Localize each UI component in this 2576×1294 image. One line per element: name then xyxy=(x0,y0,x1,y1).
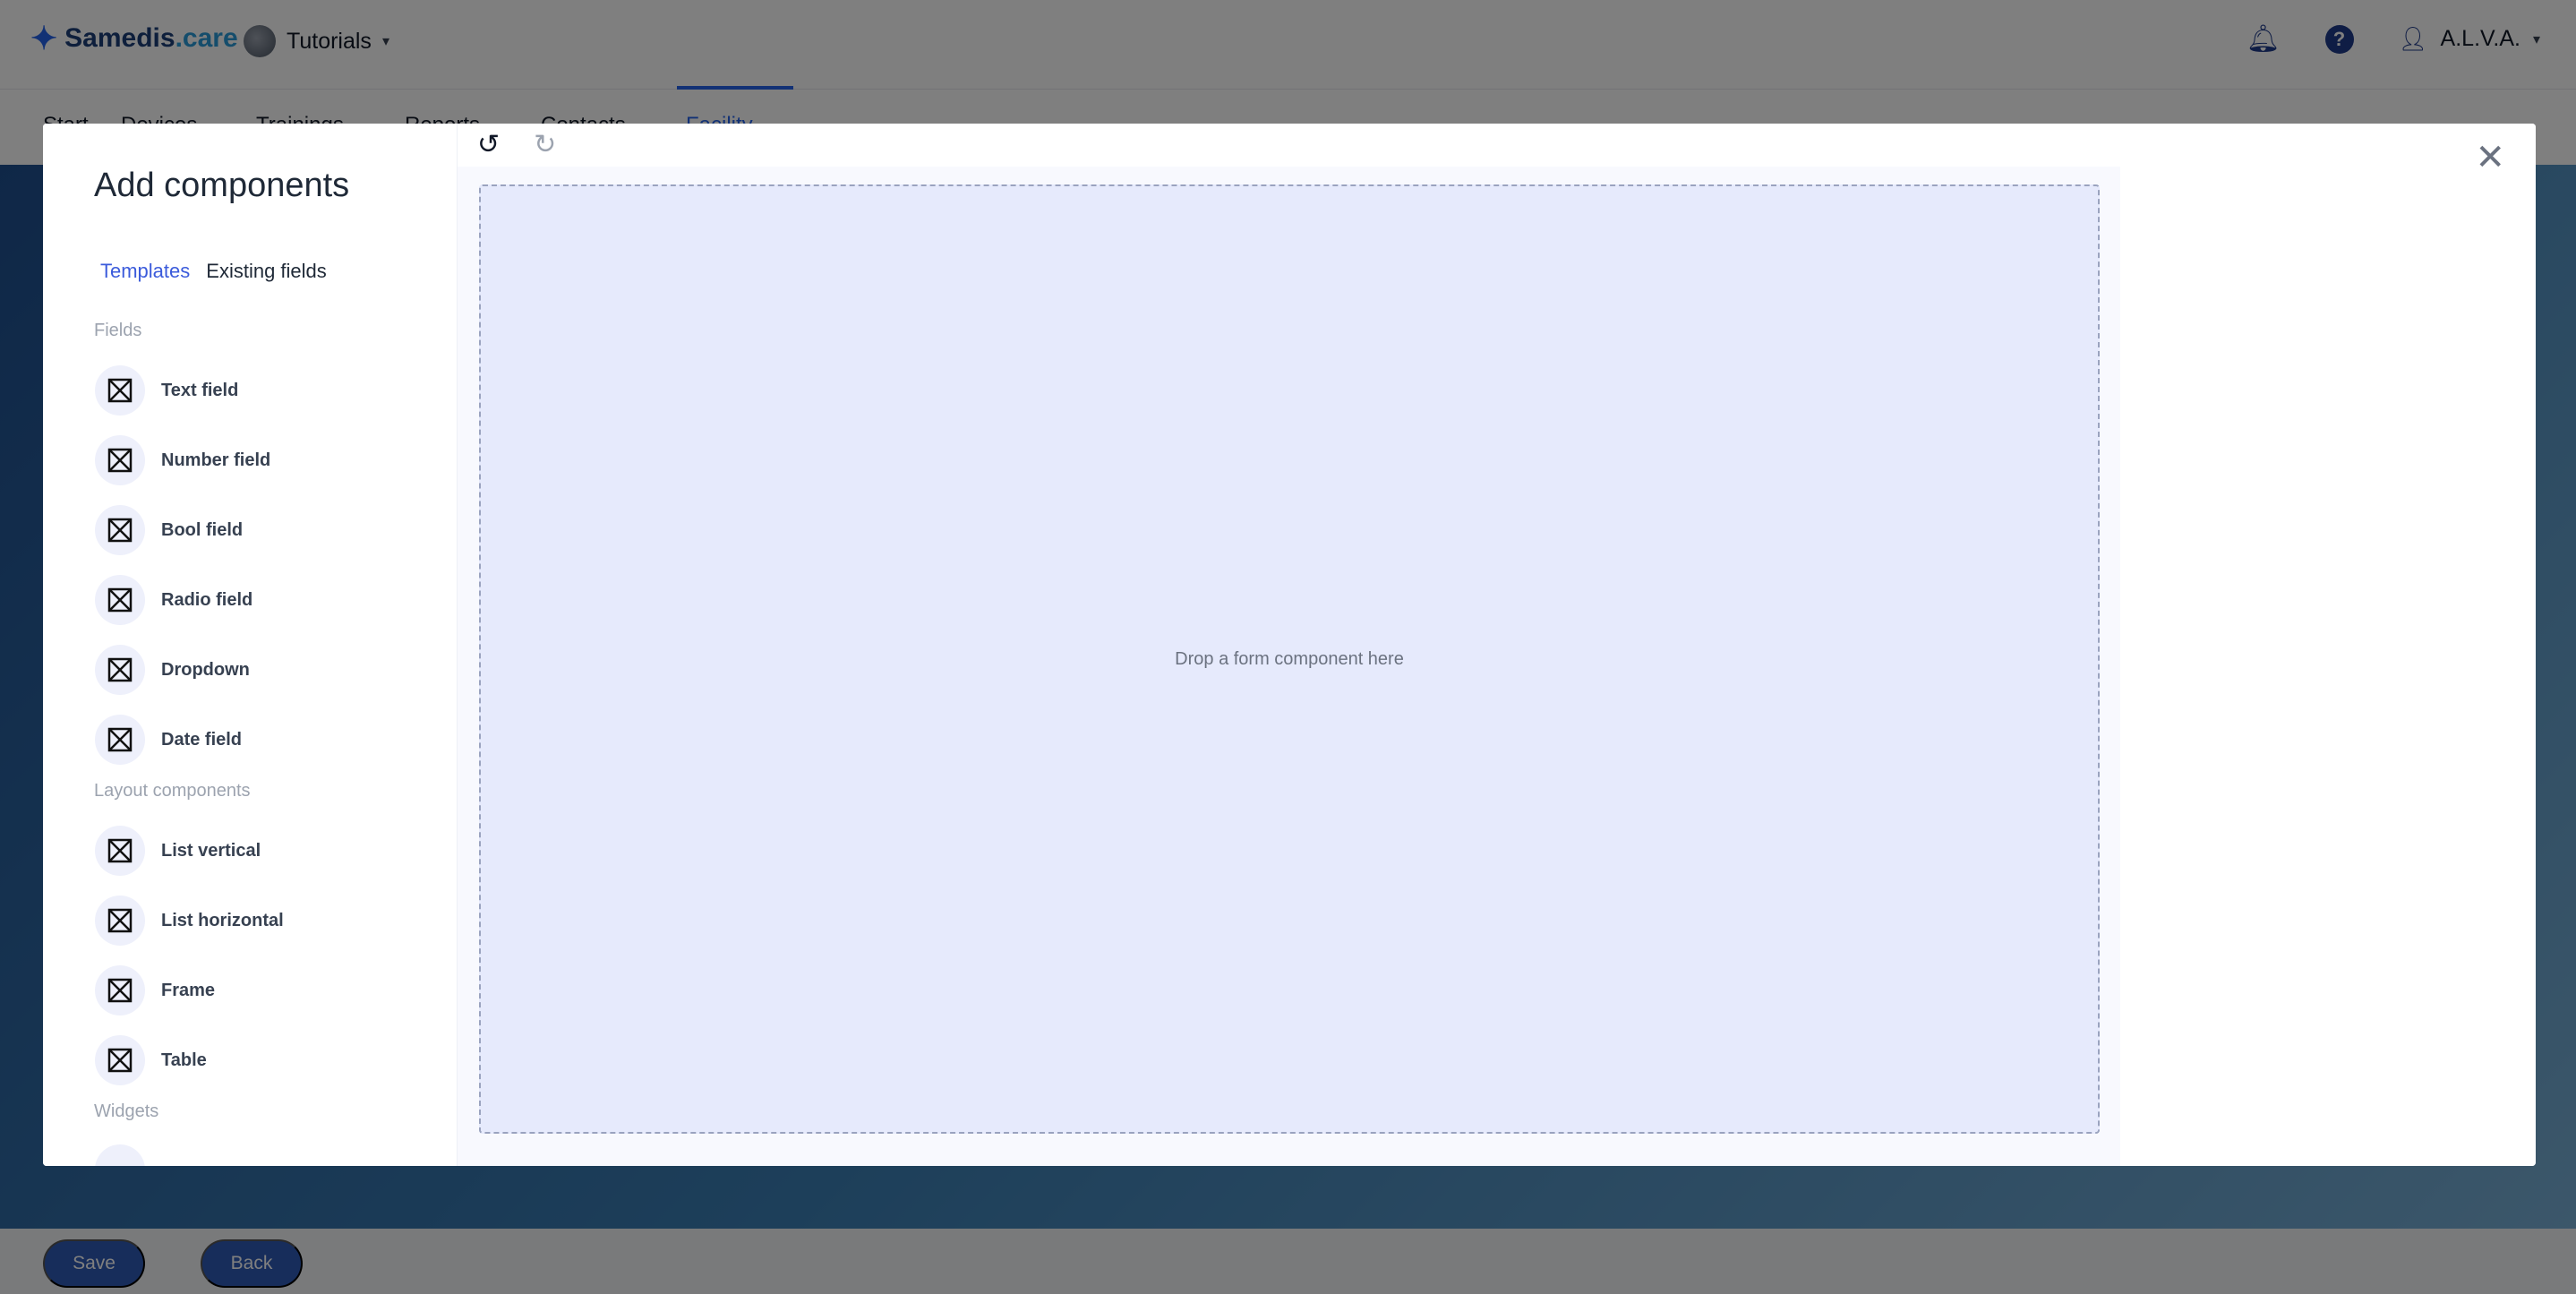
box-x-icon xyxy=(95,365,145,416)
box-x-icon xyxy=(95,965,145,1015)
component-dropdown[interactable]: Dropdown xyxy=(95,645,250,695)
form-canvas: ↺ ↻ Drop a form component here xyxy=(457,124,2164,1166)
component-label: Table xyxy=(161,1050,207,1070)
box-x-icon xyxy=(95,505,145,555)
sidebar-tabs: Templates Existing fields xyxy=(100,260,327,290)
redo-icon[interactable]: ↻ xyxy=(534,132,556,159)
properties-panel xyxy=(2120,124,2536,1166)
component-label: Number field xyxy=(161,450,271,470)
tab-templates[interactable]: Templates xyxy=(100,260,190,290)
box-x-icon xyxy=(95,645,145,695)
undo-icon[interactable]: ↺ xyxy=(477,132,500,159)
form-dropzone[interactable]: Drop a form component here xyxy=(479,184,2100,1134)
component-list-horizontal[interactable]: List horizontal xyxy=(95,896,284,946)
add-components-dialog: Add components Templates Existing fields… xyxy=(43,124,2536,1166)
component-frame[interactable]: Frame xyxy=(95,965,215,1015)
box-x-icon xyxy=(95,826,145,876)
component-widget-partial[interactable] xyxy=(95,1144,145,1166)
component-date-field[interactable]: Date field xyxy=(95,715,242,765)
section-label-layout: Layout components xyxy=(94,781,251,801)
box-x-icon xyxy=(95,715,145,765)
component-label: List vertical xyxy=(161,840,261,861)
box-x-icon xyxy=(95,1035,145,1085)
section-label-fields: Fields xyxy=(94,321,142,340)
tab-existing-fields[interactable]: Existing fields xyxy=(206,260,327,290)
close-icon[interactable]: ✕ xyxy=(2475,140,2505,176)
component-table[interactable]: Table xyxy=(95,1035,207,1085)
components-sidebar: Add components Templates Existing fields… xyxy=(43,124,457,1166)
component-label: Date field xyxy=(161,729,243,750)
component-label: Dropdown xyxy=(161,659,250,680)
box-x-icon xyxy=(95,575,145,625)
canvas-toolbar: ↺ ↻ xyxy=(458,124,2164,167)
component-label: List horizontal xyxy=(161,910,284,930)
dropzone-hint: Drop a form component here xyxy=(1175,648,1404,669)
component-label: Text field xyxy=(161,380,239,400)
widget-icon xyxy=(95,1144,145,1166)
box-x-icon xyxy=(95,435,145,485)
component-number-field[interactable]: Number field xyxy=(95,435,270,485)
component-radio-field[interactable]: Radio field xyxy=(95,575,252,625)
component-label: Bool field xyxy=(161,519,244,540)
component-label: Frame xyxy=(161,980,216,1000)
component-bool-field[interactable]: Bool field xyxy=(95,505,243,555)
component-label: Radio field xyxy=(161,589,253,610)
component-list-vertical[interactable]: List vertical xyxy=(95,826,261,876)
dialog-title: Add components xyxy=(94,167,350,204)
component-text-field[interactable]: Text field xyxy=(95,365,238,416)
section-label-widgets: Widgets xyxy=(94,1101,159,1121)
box-x-icon xyxy=(95,896,145,946)
